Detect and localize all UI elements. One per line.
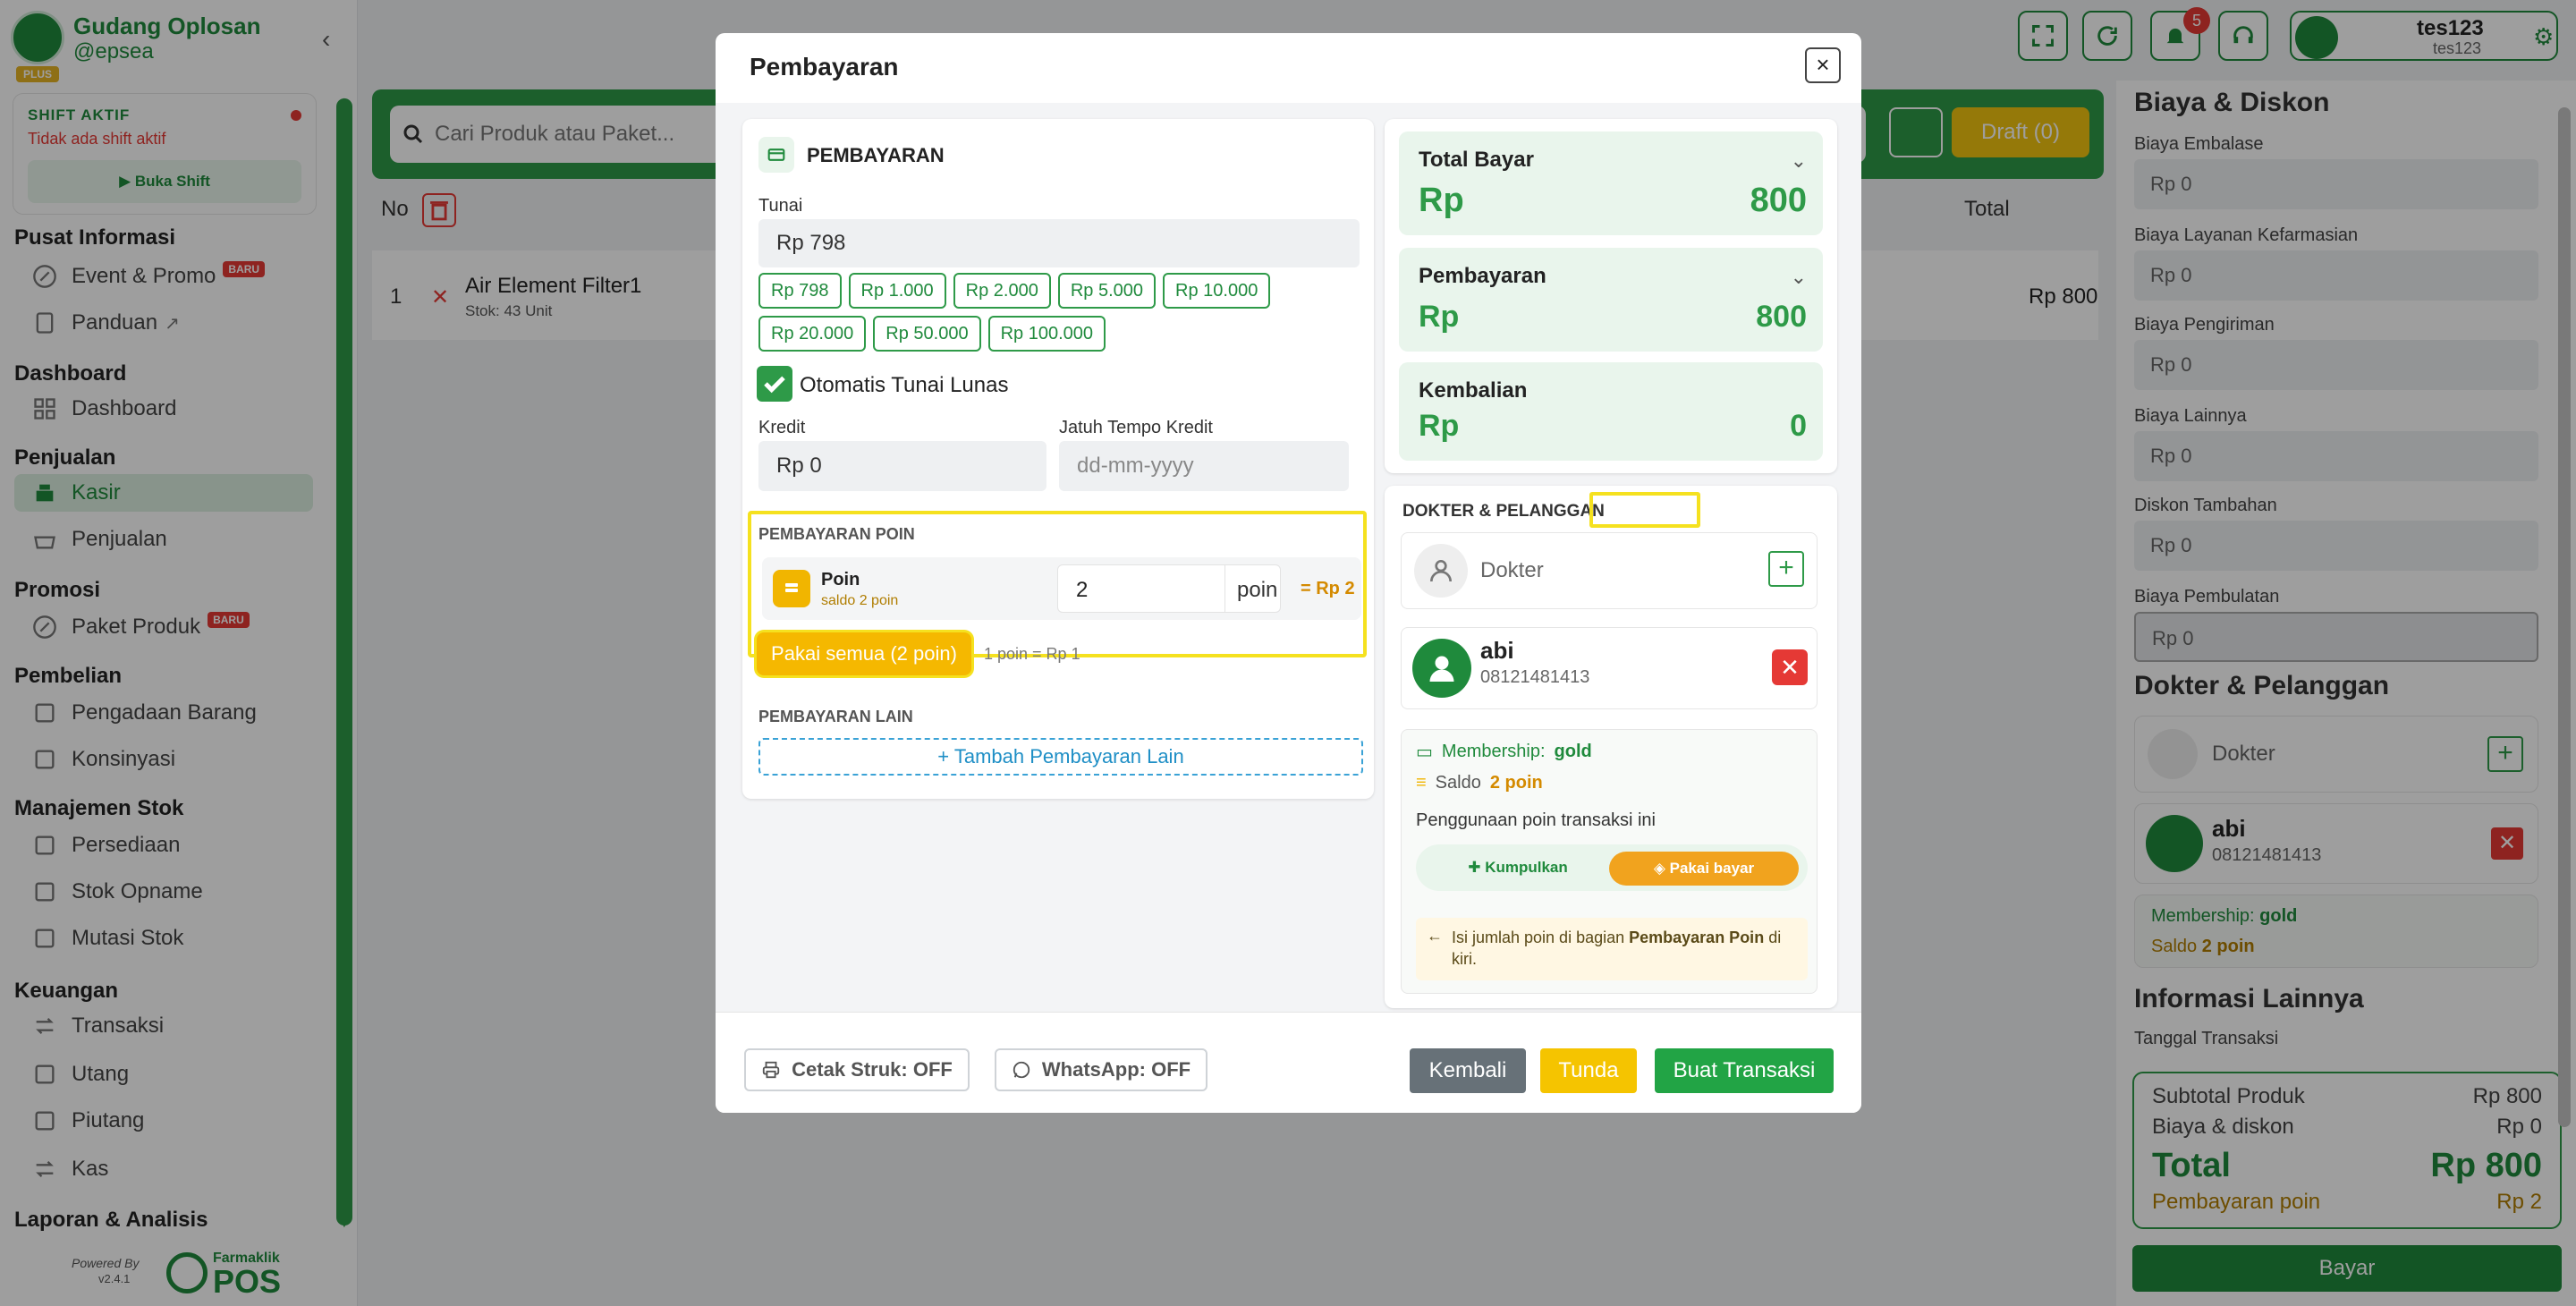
buat-transaksi-button[interactable]: Buat Transaksi: [1655, 1048, 1834, 1093]
hint-bold: Pembayaran Poin: [1629, 929, 1765, 946]
kembalian-value: 0: [1790, 409, 1807, 443]
customer-name: abi: [1480, 637, 1514, 664]
other-payment-title: PEMBAYARAN LAIN: [758, 708, 913, 725]
hint-text: Isi jumlah poin di bagian Pembayaran Poi…: [1452, 927, 1792, 970]
poin-input[interactable]: 2 poin: [1057, 564, 1281, 613]
plus-icon: +: [937, 745, 954, 767]
pembayaran-currency: Rp: [1419, 300, 1460, 334]
tunai-label: Tunai: [758, 196, 803, 216]
saldo-line: ≡ Saldo 2 poin: [1416, 773, 1543, 793]
poin-rupiah: = Rp 2: [1301, 579, 1355, 598]
auto-lunas-checkbox[interactable]: [757, 366, 792, 402]
poin-name: Poin: [821, 570, 860, 589]
kembalian-currency: Rp: [1419, 409, 1460, 443]
doctor-selector[interactable]: Dokter +: [1401, 532, 1818, 609]
kembalian-box: Kembalian Rp 0: [1399, 362, 1823, 461]
poin-section-title: PEMBAYARAN POIN: [758, 525, 915, 543]
auto-lunas-label: Otomatis Tunai Lunas: [800, 373, 1009, 397]
printer-icon: [762, 1061, 780, 1079]
jatuh-tempo-input[interactable]: dd-mm-yyyy: [1059, 441, 1349, 491]
kumpulkan-label: Kumpulkan: [1485, 859, 1568, 876]
pakai-bayar-label: Pakai bayar: [1669, 860, 1755, 877]
add-doctor-button[interactable]: +: [1768, 551, 1804, 587]
piggy-icon: ✚: [1468, 859, 1486, 876]
tunda-button[interactable]: Tunda: [1540, 1048, 1637, 1093]
poin-rate: 1 poin = Rp 1: [984, 645, 1080, 663]
add-other-payment-label: Tambah Pembayaran Lain: [953, 745, 1184, 767]
payment-card: PEMBAYARAN Tunai Rp 798 Rp 798 Rp 1.000 …: [742, 119, 1374, 799]
customer-avatar: [1412, 639, 1471, 698]
check-icon: [764, 376, 785, 394]
kembalian-label: Kembalian: [1419, 378, 1528, 403]
coins-icon: [773, 570, 810, 607]
pembayaran-value: 800: [1756, 300, 1807, 334]
poin-saldo: saldo 2 poin: [821, 593, 899, 608]
close-button[interactable]: ×: [1805, 47, 1841, 83]
hint-box: ← Isi jumlah poin di bagian Pembayaran P…: [1416, 918, 1808, 980]
doctor-customer-card: DOKTER & PELANGGAN Dokter + abi 08121481…: [1385, 486, 1837, 1008]
cash-suggestions: Rp 798 Rp 1.000 Rp 2.000 Rp 5.000 Rp 10.…: [758, 273, 1367, 352]
total-bayar-currency: Rp: [1419, 182, 1464, 219]
penggunaan-label: Penggunaan poin transaksi ini: [1416, 810, 1656, 830]
membership-label: Membership:: [1441, 742, 1546, 761]
jatuh-tempo-label: Jatuh Tempo Kredit: [1059, 418, 1213, 437]
print-receipt-label: Cetak Struk: OFF: [792, 1058, 953, 1081]
use-all-points-button[interactable]: Pakai semua (2 poin): [757, 632, 971, 675]
arrow-left-icon: ←: [1427, 927, 1443, 945]
cash-chip[interactable]: Rp 1.000: [848, 273, 946, 309]
total-bayar-box[interactable]: Total Bayar ⌄ Rp 800: [1399, 131, 1823, 235]
doctor-icon: [1414, 544, 1468, 598]
cash-chip[interactable]: Rp 10.000: [1163, 273, 1271, 309]
cash-chip[interactable]: Rp 798: [758, 273, 842, 309]
pembayaran-box[interactable]: Pembayaran ⌄ Rp 800: [1399, 248, 1823, 352]
add-other-payment-button[interactable]: + Tambah Pembayaran Lain: [758, 738, 1363, 776]
tag-icon: ◈: [1653, 860, 1670, 877]
whatsapp-toggle[interactable]: WhatsApp: OFF: [995, 1048, 1208, 1091]
saldo-label: Saldo: [1435, 773, 1481, 793]
points-usage-toggle: ✚ Kumpulkan ◈ Pakai bayar: [1416, 844, 1808, 891]
total-bayar-label: Total Bayar: [1419, 148, 1534, 172]
customer-phone: 08121481413: [1480, 667, 1590, 687]
whatsapp-icon: [1013, 1061, 1030, 1079]
poin-unit: poin: [1237, 578, 1278, 602]
membership-line: ▭ Membership: gold: [1416, 741, 1592, 763]
saldo-value: 2 poin: [1489, 773, 1543, 793]
print-receipt-toggle[interactable]: Cetak Struk: OFF: [744, 1048, 970, 1091]
modal-footer: Cetak Struk: OFF WhatsApp: OFF Kembali T…: [716, 1012, 1861, 1113]
cash-chip[interactable]: Rp 2.000: [953, 273, 1051, 309]
hint-pre: Isi jumlah poin di bagian: [1452, 929, 1630, 946]
kredit-label: Kredit: [758, 418, 806, 437]
cash-chip[interactable]: Rp 100.000: [987, 316, 1106, 352]
total-bayar-value: 800: [1750, 182, 1807, 219]
poin-row: Poin saldo 2 poin 2 poin = Rp 2: [762, 557, 1361, 620]
card-icon: [758, 137, 794, 173]
highlight-pakai-bayar: [1589, 492, 1700, 528]
pakai-bayar-option[interactable]: ◈ Pakai bayar: [1609, 852, 1799, 886]
chevron-down-icon: ⌄: [1790, 266, 1807, 288]
doctor-placeholder: Dokter: [1480, 558, 1544, 582]
customer-card: abi 08121481413 ✕: [1401, 627, 1818, 709]
coins-icon: ≡: [1416, 773, 1427, 793]
cash-chip[interactable]: Rp 50.000: [873, 316, 981, 352]
cash-chip[interactable]: Rp 20.000: [758, 316, 867, 352]
modal-title: Pembayaran: [750, 53, 899, 81]
chevron-down-icon: ⌄: [1790, 149, 1807, 172]
kembali-button[interactable]: Kembali: [1410, 1048, 1526, 1093]
membership-card-icon: ▭: [1416, 742, 1433, 762]
kumpulkan-option[interactable]: ✚ Kumpulkan: [1428, 853, 1607, 882]
membership-value: gold: [1554, 742, 1592, 761]
tunai-input[interactable]: Rp 798: [758, 219, 1360, 267]
cash-chip[interactable]: Rp 5.000: [1057, 273, 1157, 309]
payment-section-title: PEMBAYARAN: [807, 144, 945, 166]
poin-input-value: 2: [1076, 578, 1089, 602]
payment-modal: Pembayaran × PEMBAYARAN Tunai Rp 798 Rp …: [716, 33, 1861, 1113]
membership-box: ▭ Membership: gold ≡ Saldo 2 poin Penggu…: [1401, 729, 1818, 994]
remove-customer-button[interactable]: ✕: [1772, 649, 1808, 685]
kredit-input[interactable]: Rp 0: [758, 441, 1046, 491]
pembayaran-label: Pembayaran: [1419, 264, 1546, 288]
doctor-customer-title: DOKTER & PELANGGAN: [1402, 502, 1605, 521]
whatsapp-label: WhatsApp: OFF: [1041, 1058, 1191, 1081]
totals-card: Total Bayar ⌄ Rp 800 Pembayaran ⌄ Rp 800…: [1385, 119, 1837, 473]
